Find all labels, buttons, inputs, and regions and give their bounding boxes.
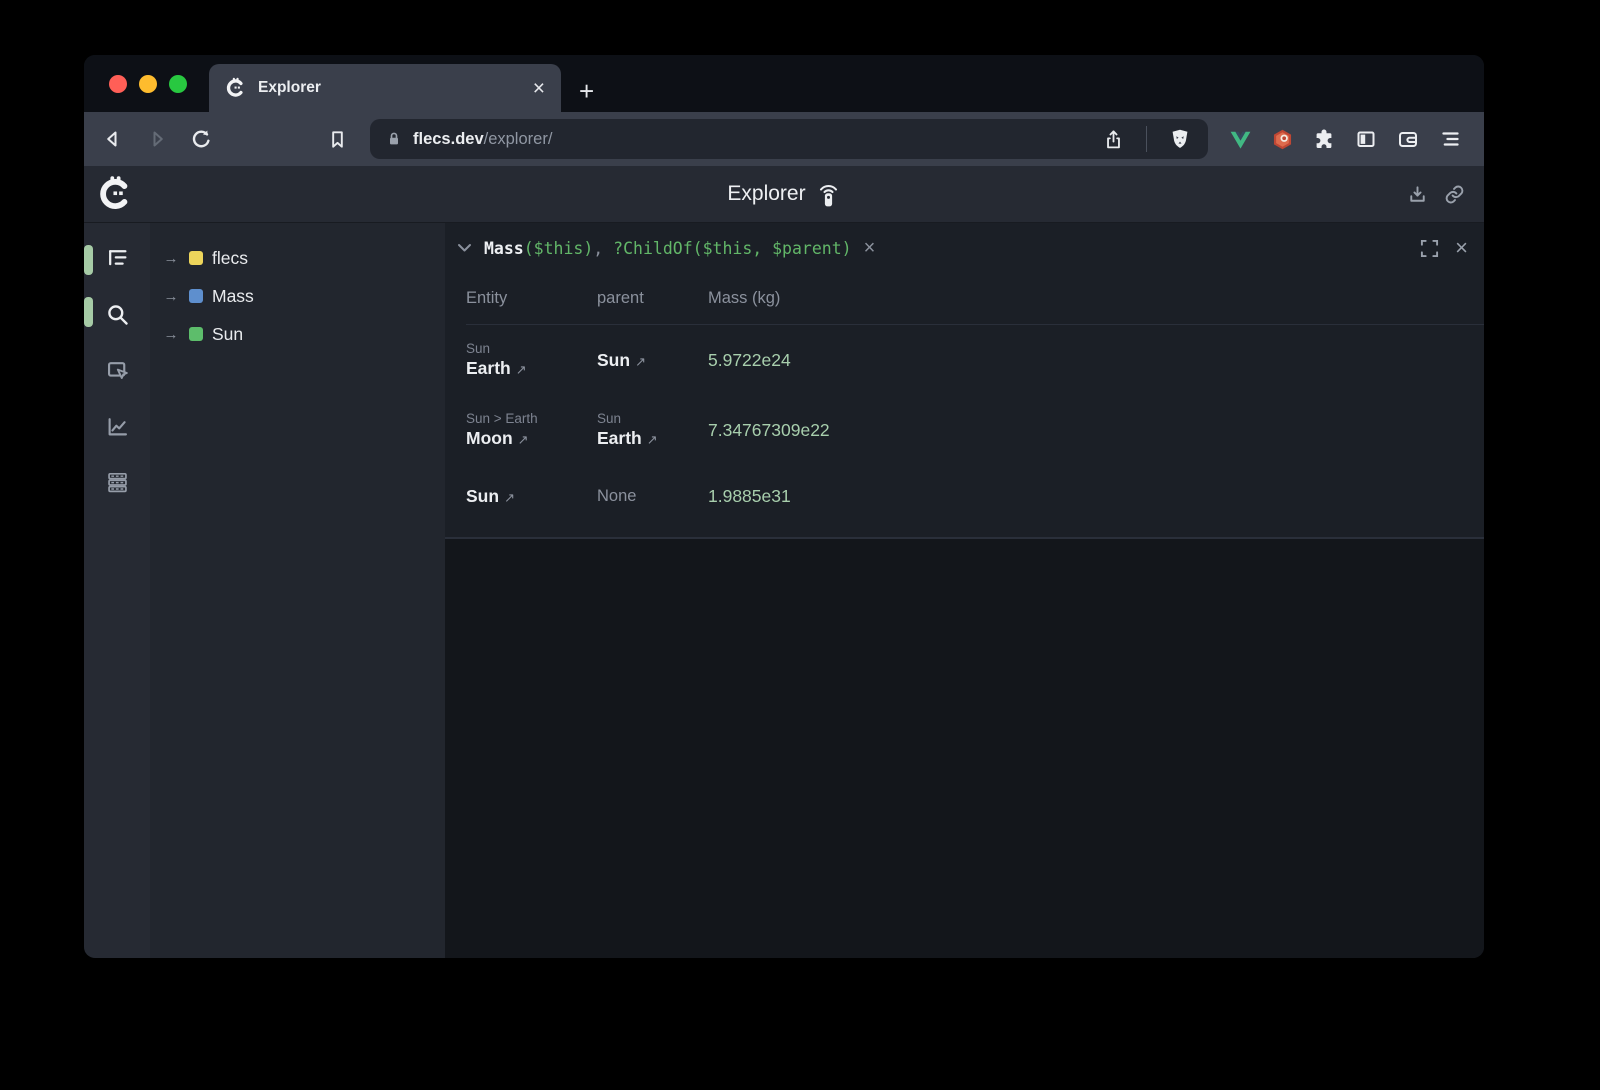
empty-canvas: [445, 539, 1484, 958]
entity-path: Sun > Earth: [466, 411, 597, 426]
tab-explorer[interactable]: Explorer ×: [209, 64, 561, 112]
active-panel-indicator-query: [84, 297, 93, 327]
url-path: /explorer/: [484, 130, 553, 148]
tab-title: Explorer: [258, 79, 520, 97]
browser-window: Explorer × +: [84, 55, 1484, 958]
table-row: Sun Earth ↗ Sun ↗ 5.9722e24: [466, 325, 1484, 395]
inspector-button[interactable]: [102, 355, 132, 385]
close-window-button[interactable]: [109, 75, 127, 93]
tab-close-icon[interactable]: ×: [531, 78, 547, 99]
tree-item-flecs[interactable]: → flecs: [162, 239, 445, 277]
parent-path: Sun: [597, 411, 708, 426]
flecs-logo: [97, 175, 135, 213]
entity-link[interactable]: Earth: [466, 358, 511, 378]
chevron-down-icon[interactable]: [457, 243, 472, 253]
copy-link-button[interactable]: [1443, 183, 1466, 206]
page-title: Explorer: [727, 182, 805, 206]
bookmark-icon[interactable]: [318, 120, 356, 158]
link-arrow-icon: ↗: [647, 432, 658, 447]
traffic-lights: [84, 55, 209, 112]
tree-item-mass[interactable]: → Mass: [162, 277, 445, 315]
query-results-table: Entity parent Mass (kg) Sun Earth ↗ Sun ↗ …: [445, 273, 1484, 527]
column-header-mass: Mass (kg): [708, 289, 1484, 308]
minimize-window-button[interactable]: [139, 75, 157, 93]
table-rows-button[interactable]: [102, 467, 132, 497]
query-expression[interactable]: Mass($this), ?ChildOf($this, $parent): [484, 239, 852, 258]
entity-color-swatch: [189, 327, 203, 341]
sidebar-toggle-icon[interactable]: [1348, 121, 1384, 157]
vue-devtools-extension-icon[interactable]: [1222, 121, 1258, 157]
link-arrow-icon: ↗: [516, 362, 527, 377]
sidebar-rail: [84, 223, 150, 958]
expand-arrow-icon[interactable]: →: [162, 250, 180, 267]
query-term: ?ChildOf: [613, 239, 692, 258]
query-search-button[interactable]: [102, 299, 132, 329]
expand-arrow-icon[interactable]: →: [162, 326, 180, 343]
url-bar[interactable]: flecs.dev/explorer/: [370, 119, 1208, 159]
download-button[interactable]: [1406, 183, 1429, 206]
column-header-entity: Entity: [466, 289, 597, 308]
parent-link[interactable]: Sun: [597, 350, 630, 370]
tree-item-label: flecs: [212, 248, 248, 269]
mass-value: 5.9722e24: [708, 350, 791, 370]
tree-item-label: Sun: [212, 324, 243, 345]
forward-button[interactable]: [138, 120, 176, 158]
reload-button[interactable]: [182, 120, 220, 158]
remote-connection-icon: [816, 180, 841, 208]
query-term: ($this): [524, 239, 594, 258]
tab-bar: Explorer × +: [84, 55, 1484, 112]
active-panel-indicator-tree: [84, 245, 93, 275]
entity-path: Sun: [466, 341, 597, 356]
brave-shield-icon[interactable]: [1162, 121, 1198, 157]
share-icon[interactable]: [1095, 121, 1131, 157]
link-arrow-icon: ↗: [518, 432, 529, 447]
wallet-icon[interactable]: [1390, 121, 1426, 157]
app-header: Explorer: [84, 166, 1484, 223]
column-header-parent: parent: [597, 289, 708, 308]
tree-panel-button[interactable]: [102, 243, 132, 273]
table-header-row: Entity parent Mass (kg): [466, 273, 1484, 325]
main-area: → flecs → Mass → Sun Mass($this), ?Ch: [84, 223, 1484, 958]
browser-toolbar: flecs.dev/explorer/: [84, 112, 1484, 166]
expand-arrow-icon[interactable]: →: [162, 288, 180, 305]
urlbar-divider: [1146, 126, 1147, 152]
query-bar[interactable]: Mass($this), ?ChildOf($this, $parent) × …: [445, 223, 1484, 273]
query-term: Mass: [484, 239, 524, 258]
menu-hamburger-icon[interactable]: [1432, 121, 1468, 157]
entity-color-swatch: [189, 251, 203, 265]
query-panel: Mass($this), ?ChildOf($this, $parent) × …: [445, 223, 1484, 958]
query-term: ($this, $parent): [693, 239, 852, 258]
url-domain: flecs.dev: [413, 130, 484, 148]
query-clear-icon[interactable]: ×: [864, 237, 876, 260]
flecs-favicon-icon: [225, 77, 247, 99]
extensions-puzzle-icon[interactable]: [1306, 121, 1342, 157]
maximize-window-button[interactable]: [169, 75, 187, 93]
tree-item-sun[interactable]: → Sun: [162, 315, 445, 353]
entity-tree-panel: → flecs → Mass → Sun: [150, 223, 445, 958]
hexagon-extension-icon[interactable]: [1264, 121, 1300, 157]
entity-link[interactable]: Sun: [466, 486, 499, 506]
chart-button[interactable]: [102, 411, 132, 441]
back-button[interactable]: [94, 120, 132, 158]
entity-link[interactable]: Moon: [466, 428, 513, 448]
query-separator: ,: [593, 239, 613, 258]
link-arrow-icon: ↗: [504, 490, 515, 505]
table-row: Sun > Earth Moon ↗ Sun Earth ↗ 7.34767309e…: [466, 395, 1484, 465]
entity-color-swatch: [189, 289, 203, 303]
parent-none-value: None: [597, 487, 636, 505]
fullscreen-icon[interactable]: [1420, 239, 1439, 258]
tree-item-label: Mass: [212, 286, 254, 307]
new-tab-button[interactable]: +: [579, 78, 594, 104]
link-arrow-icon: ↗: [635, 354, 646, 369]
panel-close-icon[interactable]: ×: [1455, 237, 1468, 259]
lock-icon[interactable]: [384, 129, 404, 149]
parent-link[interactable]: Earth: [597, 428, 642, 448]
table-row: Sun ↗ None 1.9885e31: [466, 465, 1484, 527]
mass-value: 1.9885e31: [708, 486, 791, 506]
mass-value: 7.34767309e22: [708, 420, 830, 440]
